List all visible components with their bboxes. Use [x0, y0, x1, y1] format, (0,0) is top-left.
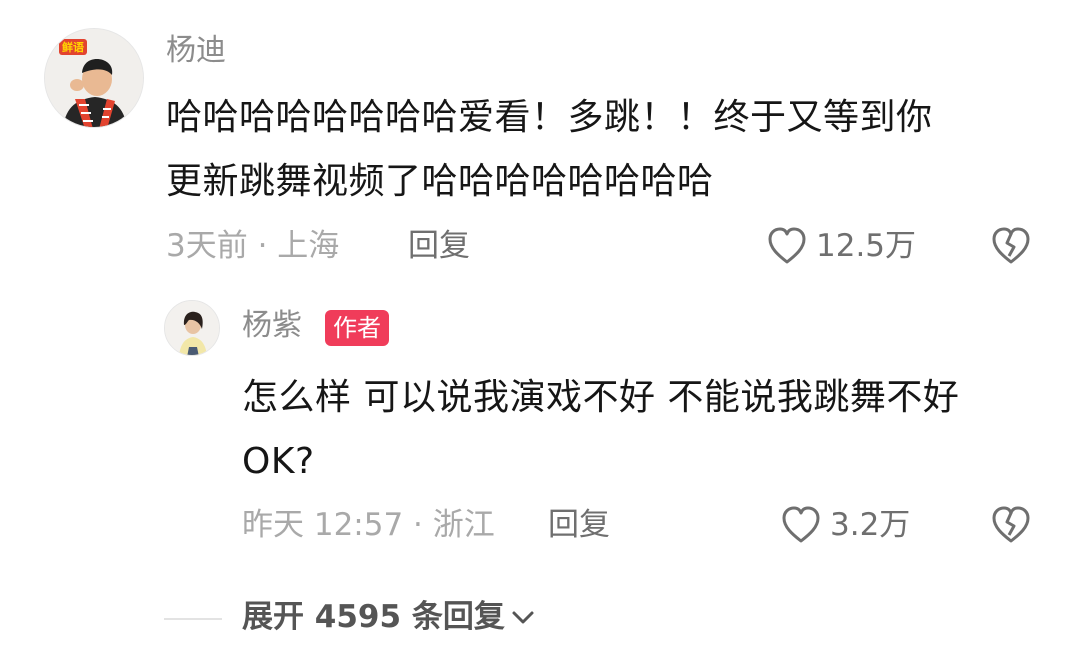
reply-line: 怎么样 可以说我演戏不好 不能说我跳舞不好	[242, 377, 960, 418]
avatar-badge-text: 鲜语	[62, 40, 84, 54]
dislike-button[interactable]	[990, 226, 1032, 270]
reply-like-button[interactable]: 3.2万	[780, 505, 910, 545]
comment-line: 哈哈哈哈哈哈哈哈爱看！多跳！！终于又等到你	[166, 97, 933, 138]
reply-like-count: 3.2万	[830, 506, 911, 543]
expand-replies-label: 展开 4595 条回复	[242, 599, 505, 635]
expand-replies-button[interactable]: 展开 4595 条回复	[242, 602, 535, 633]
divider	[164, 618, 222, 620]
reply-meta: 昨天 12:57 · 浙江	[242, 507, 495, 543]
broken-heart-icon	[992, 227, 1030, 264]
heart-icon	[782, 506, 820, 543]
chevron-down-icon	[512, 611, 534, 623]
reply-line: OK?	[242, 441, 315, 482]
like-button[interactable]: 12.5万	[766, 226, 916, 266]
reply-username[interactable]: 杨紫	[242, 311, 302, 341]
comment-body: 哈哈哈哈哈哈哈哈爱看！多跳！！终于又等到你 更新跳舞视频了哈哈哈哈哈哈哈哈	[166, 86, 933, 214]
avatar-woman-icon	[165, 301, 219, 355]
heart-icon	[768, 227, 806, 264]
comment-line: 更新跳舞视频了哈哈哈哈哈哈哈哈	[166, 161, 714, 202]
avatar[interactable]: 鲜语	[44, 28, 144, 128]
author-badge: 作者	[325, 310, 389, 346]
comment-meta: 3天前 · 上海	[166, 228, 340, 264]
comment-username[interactable]: 杨迪	[166, 36, 226, 66]
reply-body: 怎么样 可以说我演戏不好 不能说我跳舞不好 OK?	[242, 366, 959, 494]
like-count: 12.5万	[816, 227, 917, 264]
avatar-man-icon: 鲜语	[45, 29, 143, 127]
broken-heart-icon	[992, 506, 1030, 543]
reply-dislike-button[interactable]	[990, 505, 1032, 549]
reply-button[interactable]: 回复	[408, 231, 470, 262]
reply-avatar[interactable]	[164, 300, 220, 356]
reply-to-reply-button[interactable]: 回复	[548, 510, 610, 541]
